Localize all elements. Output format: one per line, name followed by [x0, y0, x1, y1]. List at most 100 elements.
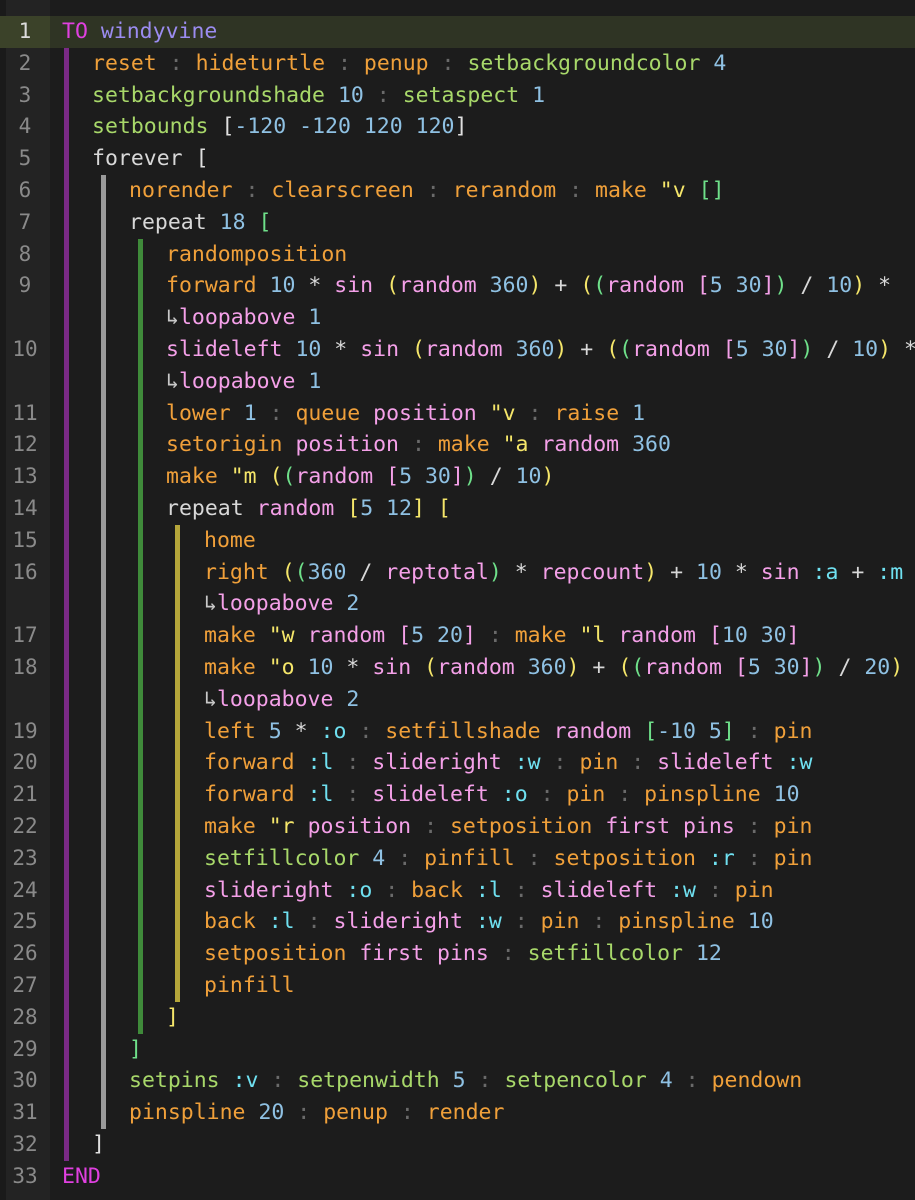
code-token: 360: [632, 432, 671, 458]
code-line[interactable]: lower 1 : queue position "v : raise 1: [166, 398, 645, 430]
code-line[interactable]: pinfill: [204, 970, 295, 1002]
code-line[interactable]: ]: [129, 1034, 142, 1066]
code-line[interactable]: ]: [166, 1002, 179, 1034]
code-token: 5 12: [360, 496, 412, 521]
code-line[interactable]: setposition first pins : setfillcolor 12: [204, 938, 722, 970]
code-token: 5 30: [709, 273, 762, 299]
line-number: 24: [12, 877, 38, 902]
code-token: [: [644, 718, 658, 744]
code-line[interactable]: ↳loopabove 1: [166, 366, 321, 398]
code-token: ): [812, 655, 826, 680]
code-token: :l: [268, 909, 295, 935]
code-line[interactable]: setpins :v : setpenwidth 5 : setpencolor…: [129, 1065, 802, 1097]
code-line[interactable]: forever [: [92, 143, 209, 175]
code-token: 10: [852, 337, 879, 362]
code-token: setposition: [204, 941, 347, 967]
code-token: END: [62, 1163, 101, 1189]
code-token: (: [282, 464, 296, 490]
code-line[interactable]: home: [204, 525, 256, 557]
code-line[interactable]: setbounds [-120 -120 120 120]: [92, 111, 467, 143]
code-token: (: [593, 273, 607, 299]
code-token: :: [501, 909, 541, 935]
code-line[interactable]: ↳loopabove 1: [166, 302, 321, 334]
code-token: [: [722, 337, 736, 362]
code-line[interactable]: forward :l : slideleft :o : pin : pinspl…: [204, 779, 800, 811]
code-line[interactable]: forward :l : slideright :w : pin : slide…: [204, 747, 812, 779]
code-token: setpencolor: [504, 1068, 647, 1094]
code-line[interactable]: left 5 * :o : setfillshade random [-10 5…: [204, 716, 813, 748]
code-line[interactable]: slideright :o : back :l : slideleft :w :…: [204, 875, 774, 907]
code-line[interactable]: make "w random [5 20] : make "l random […: [204, 620, 800, 652]
line-number: 11: [12, 400, 38, 425]
code-token: ): [890, 655, 904, 680]
code-token: home: [204, 527, 256, 553]
line-number: 6: [18, 178, 32, 202]
code-token: 2: [346, 591, 360, 617]
code-line[interactable]: back :l : slideright :w : pin : pinsplin…: [204, 906, 774, 938]
code-token: [: [708, 623, 722, 649]
code-line[interactable]: setbackgroundshade 10 : setaspect 1: [92, 80, 545, 112]
code-token: pinspline: [618, 909, 735, 935]
code-line[interactable]: ]: [92, 1129, 105, 1161]
code-line[interactable]: make "m ((random [5 30]) / 10): [166, 461, 554, 493]
code-token: 1: [243, 400, 257, 426]
code-line[interactable]: forward 10 * sin (random 360) + ((random…: [166, 270, 891, 302]
code-token: ]: [92, 1132, 105, 1157]
code-token: 360: [527, 655, 567, 680]
code-token: first: [359, 941, 425, 967]
code-token: norender: [129, 178, 233, 203]
code-line[interactable]: slideleft 10 * sin (random 360) + ((rand…: [166, 334, 915, 366]
code-line[interactable]: make "r position : setposition first pin…: [204, 811, 812, 843]
code-token: /: [476, 464, 516, 490]
code-line[interactable]: ↳loopabove 2: [204, 588, 359, 620]
code-line[interactable]: randomposition: [166, 239, 347, 271]
code-token: *: [903, 655, 915, 680]
line-number: 16: [12, 559, 38, 584]
code-token: +: [579, 655, 619, 680]
code-line[interactable]: right ((360 / reptotal) * repcount) + 10…: [204, 557, 915, 589]
code-token: ↳: [166, 305, 179, 331]
code-line[interactable]: ↳loopabove 2: [204, 684, 359, 716]
code-token: repeat: [166, 496, 244, 521]
code-line[interactable]: reset : hideturtle : penup : setbackgrou…: [92, 48, 726, 80]
code-token: make: [595, 178, 647, 203]
code-line[interactable]: make "o 10 * sin (random 360) + ((random…: [204, 652, 915, 684]
line-number: 19: [12, 718, 38, 743]
code-token: ]: [450, 464, 464, 490]
code-token: :: [488, 941, 528, 967]
code-editor[interactable]: 1 2 3 4 5 6 7 8 9 10 11 12 13 14 15 16 17 18 19 20 21 22 23 24 2…: [0, 0, 915, 1200]
code-line[interactable]: TO windyvine: [62, 16, 217, 48]
code-line[interactable]: setorigin position : make "a random 360: [166, 429, 671, 461]
code-line[interactable]: pinspline 20 : penup : render: [129, 1097, 504, 1129]
code-token: :: [346, 718, 386, 744]
code-line[interactable]: norender : clearscreen : rerandom : make…: [129, 175, 725, 207]
code-line[interactable]: END: [62, 1161, 101, 1193]
code-token: :: [294, 909, 334, 935]
code-line[interactable]: repeat 18 [: [129, 207, 271, 239]
code-token: [: [347, 496, 361, 521]
code-token: :: [284, 1100, 324, 1126]
code-token: "a: [502, 432, 529, 458]
code-token: :: [256, 400, 296, 426]
code-line[interactable]: setfillcolor 4 : pinfill : setposition :…: [204, 843, 812, 875]
code-line[interactable]: repeat random [5 12] [: [166, 493, 451, 525]
code-token: pendown: [711, 1068, 803, 1094]
code-token: pins: [683, 814, 735, 839]
code-token: sin: [760, 559, 800, 585]
code-token: :l: [307, 750, 334, 776]
